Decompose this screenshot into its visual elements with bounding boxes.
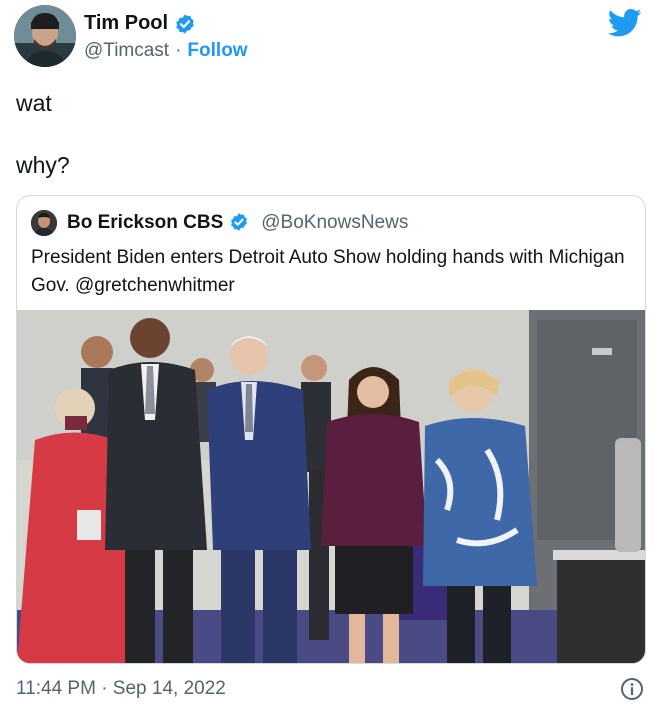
author-display-name[interactable]: Tim Pool [84,12,168,35]
quoted-tweet-photo[interactable] [17,310,645,663]
info-icon[interactable] [620,677,644,701]
tweet-timestamp[interactable]: 11:44 PM · Sep 14, 2022 [16,678,226,700]
author-name-row: Tim Pool [84,12,196,35]
handle-separator: · [175,40,182,61]
tweet-line: wat [16,90,52,116]
quoted-author-handle[interactable]: @BoKnowsNews [261,212,408,234]
verified-badge-icon [174,13,196,35]
follow-button[interactable]: Follow [187,40,247,62]
tweet-text: wat why? [16,88,70,181]
verified-badge-icon [229,212,251,234]
twitter-bird-icon[interactable] [607,8,642,38]
quoted-tweet-card[interactable]: Bo Erickson CBS @BoKnowsNews President B… [16,195,646,664]
author-avatar[interactable] [14,5,76,67]
quoted-author-name[interactable]: Bo Erickson CBS [67,212,223,234]
author-handle-row: @Timcast · Follow [84,40,248,62]
quoted-tweet-header: Bo Erickson CBS @BoKnowsNews [31,210,408,236]
quoted-author-avatar[interactable] [31,210,57,236]
tweet-line: why? [16,152,70,178]
author-handle[interactable]: @Timcast [84,40,169,62]
embedded-tweet: Tim Pool @Timcast · Follow wat why? Bo E… [0,0,660,711]
quoted-tweet-text: President Biden enters Detroit Auto Show… [31,247,625,296]
